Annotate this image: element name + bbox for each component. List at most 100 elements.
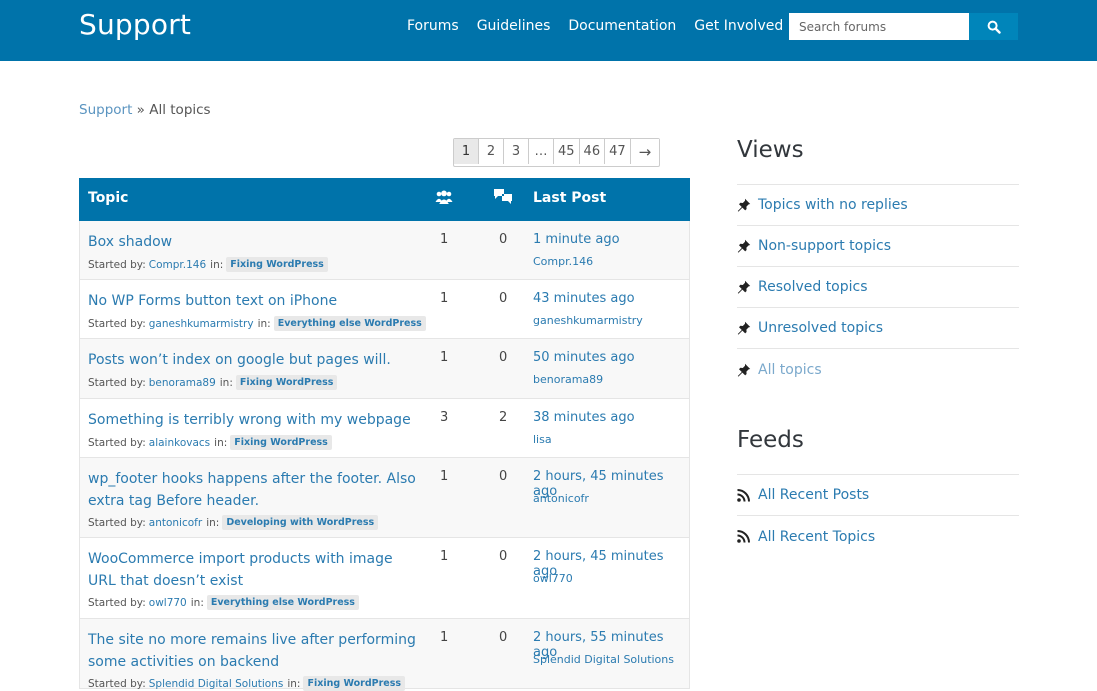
sidebar: Views Topics with no replies Non-support… xyxy=(737,134,1019,557)
forum-tag-link[interactable]: Everything else WordPress xyxy=(273,316,426,331)
voice-count: 1 xyxy=(440,630,449,645)
feeds-widget: Feeds All Recent Posts All Recent Topics xyxy=(737,424,1019,557)
view-label: Non-support topics xyxy=(758,238,891,254)
started-by-label: Started by: xyxy=(88,436,146,449)
topics-list: Box shadow Started by: Compr.146 in: Fix… xyxy=(79,221,690,691)
topic-meta: Started by: ganeshkumarmistry in: Everyt… xyxy=(88,316,430,331)
voices-icon xyxy=(435,190,453,209)
topics-table: Topic Last Post Box shadow Started by: C… xyxy=(79,178,690,691)
last-post-author-link[interactable]: Splendid Digital Solutions xyxy=(533,653,674,666)
breadcrumb-support-link[interactable]: Support xyxy=(79,102,132,118)
topic-author-link[interactable]: ganeshkumarmistry xyxy=(149,318,254,330)
last-post-time-link[interactable]: 43 minutes ago xyxy=(533,291,635,306)
topic-author-link[interactable]: benorama89 xyxy=(149,377,216,389)
page-ellipsis: … xyxy=(529,139,554,164)
view-unresolved-link[interactable]: Unresolved topics xyxy=(737,308,1019,349)
started-by-label: Started by: xyxy=(88,376,146,389)
column-last-post: Last Post xyxy=(533,190,607,206)
last-post-author-link[interactable]: benorama89 xyxy=(533,373,603,386)
topic-author-link[interactable]: owl770 xyxy=(149,597,187,609)
pushpin-icon xyxy=(737,239,758,253)
in-label: in: xyxy=(206,516,220,529)
page-45-link[interactable]: 45 xyxy=(554,139,580,164)
topic-meta: Started by: owl770 in: Everything else W… xyxy=(88,595,363,610)
last-post-author-link[interactable]: lisa xyxy=(533,433,552,446)
feed-label: All Recent Posts xyxy=(758,487,870,503)
topic-author-link[interactable]: antonicofr xyxy=(149,517,202,529)
search-button[interactable] xyxy=(969,13,1018,40)
topic-title-link[interactable]: WooCommerce import products with image U… xyxy=(88,549,423,592)
site-title-link[interactable]: Support xyxy=(79,8,191,41)
forum-tag-link[interactable]: Fixing WordPress xyxy=(226,257,328,272)
voice-count: 1 xyxy=(440,350,449,365)
topic-title-link[interactable]: Posts won’t index on google but pages wi… xyxy=(88,350,423,372)
search-input[interactable] xyxy=(789,13,969,40)
topic-author-link[interactable]: Compr.146 xyxy=(149,259,206,271)
site-header: Support Forums Guidelines Documentation … xyxy=(0,0,1097,61)
last-post-author-link[interactable]: owl770 xyxy=(533,572,573,585)
feed-recent-posts-link[interactable]: All Recent Posts xyxy=(737,475,1019,516)
table-row: Box shadow Started by: Compr.146 in: Fix… xyxy=(79,221,690,280)
last-post-author-link[interactable]: antonicofr xyxy=(533,492,589,505)
reply-count: 0 xyxy=(499,630,508,645)
last-post-time-link[interactable]: 38 minutes ago xyxy=(533,410,635,425)
started-by-label: Started by: xyxy=(88,258,146,271)
forum-tag-link[interactable]: Everything else WordPress xyxy=(206,595,359,610)
page-1-current: 1 xyxy=(454,139,479,164)
started-by-label: Started by: xyxy=(88,516,146,529)
search-form xyxy=(789,13,1018,40)
forum-tag-link[interactable]: Developing with WordPress xyxy=(222,515,379,530)
feed-recent-topics-link[interactable]: All Recent Topics xyxy=(737,516,1019,557)
view-non-support-link[interactable]: Non-support topics xyxy=(737,226,1019,267)
topics-table-header: Topic Last Post xyxy=(79,178,690,221)
reply-count: 0 xyxy=(499,232,508,247)
users-icon xyxy=(435,190,453,204)
main-nav: Forums Guidelines Documentation Get Invo… xyxy=(407,17,783,35)
topic-meta: Started by: antonicofr in: Developing wi… xyxy=(88,515,382,530)
voice-count: 1 xyxy=(440,232,449,247)
next-page-link[interactable]: → xyxy=(630,139,660,164)
view-all-topics-link[interactable]: All topics xyxy=(737,349,1019,390)
view-no-replies-link[interactable]: Topics with no replies xyxy=(737,185,1019,226)
topic-author-link[interactable]: alainkovacs xyxy=(149,437,210,449)
pagination: 1 2 3 … 45 46 47 → xyxy=(453,138,661,167)
breadcrumb: Support » All topics xyxy=(79,102,211,118)
page-2-link[interactable]: 2 xyxy=(479,139,504,164)
topic-title-link[interactable]: The site no more remains live after perf… xyxy=(88,630,423,673)
nav-forums[interactable]: Forums xyxy=(407,17,459,35)
pushpin-icon xyxy=(737,280,758,294)
last-post-author-link[interactable]: ganeshkumarmistry xyxy=(533,314,643,327)
view-label: Resolved topics xyxy=(758,279,868,295)
voice-count: 1 xyxy=(440,549,449,564)
in-label: in: xyxy=(210,258,224,271)
rss-icon xyxy=(737,488,758,502)
column-topic: Topic xyxy=(88,190,129,206)
pushpin-icon xyxy=(737,198,758,212)
forum-tag-link[interactable]: Fixing WordPress xyxy=(235,375,338,390)
view-resolved-link[interactable]: Resolved topics xyxy=(737,267,1019,308)
page-3-link[interactable]: 3 xyxy=(504,139,529,164)
nav-documentation[interactable]: Documentation xyxy=(568,17,676,35)
topic-author-link[interactable]: Splendid Digital Solutions xyxy=(149,678,284,690)
last-post-time-link[interactable]: 1 minute ago xyxy=(533,232,620,247)
page-47-link[interactable]: 47 xyxy=(605,139,631,164)
forum-tag-link[interactable]: Fixing WordPress xyxy=(230,435,332,450)
topic-meta: Started by: alainkovacs in: Fixing WordP… xyxy=(88,435,336,450)
nav-guidelines[interactable]: Guidelines xyxy=(477,17,551,35)
topic-title-link[interactable]: Box shadow xyxy=(88,232,423,254)
topic-title-link[interactable]: Something is terribly wrong with my webp… xyxy=(88,410,423,432)
last-post-author-link[interactable]: Compr.146 xyxy=(533,255,593,268)
reply-count: 0 xyxy=(499,350,508,365)
page-46-link[interactable]: 46 xyxy=(579,139,606,164)
forum-tag-link[interactable]: Fixing WordPress xyxy=(303,676,406,691)
started-by-label: Started by: xyxy=(88,596,146,609)
last-post-time-link[interactable]: 50 minutes ago xyxy=(533,350,635,365)
topic-title-link[interactable]: No WP Forms button text on iPhone xyxy=(88,291,423,313)
nav-get-involved[interactable]: Get Involved xyxy=(694,17,783,35)
in-label: in: xyxy=(257,317,271,330)
topic-meta: Started by: Splendid Digital Solutions i… xyxy=(88,676,409,691)
topic-title-link[interactable]: wp_footer hooks happens after the footer… xyxy=(88,469,423,512)
table-row: No WP Forms button text on iPhone Starte… xyxy=(79,280,690,339)
table-row: wp_footer hooks happens after the footer… xyxy=(79,458,690,538)
pushpin-icon xyxy=(737,321,758,335)
